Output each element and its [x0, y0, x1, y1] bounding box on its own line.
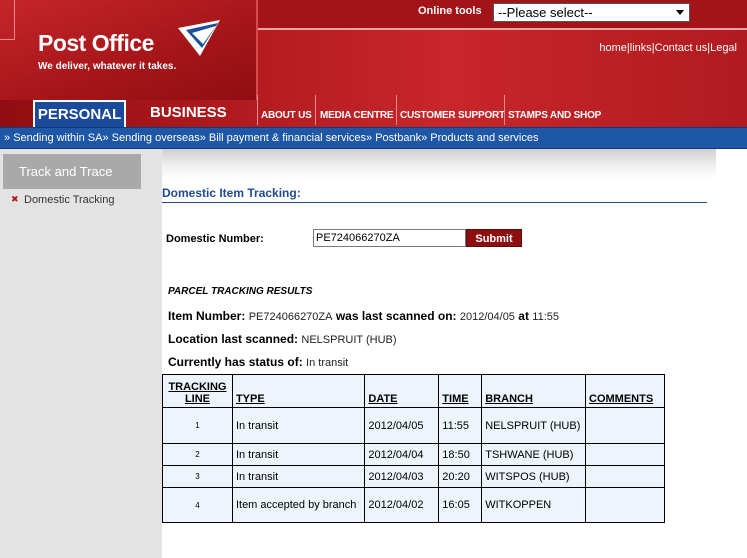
subnav-products-and-services[interactable]: Products and services	[430, 132, 538, 144]
nav-divider	[257, 95, 258, 125]
utility-links: home|links|Contact us|Legal	[599, 42, 737, 54]
nav-media-centre[interactable]: MEDIA CENTRE	[320, 110, 394, 121]
item-number-label: Item Number:	[168, 309, 246, 323]
sidebar-item-domestic-tracking[interactable]: Domestic Tracking	[24, 194, 114, 206]
at-label: at	[518, 309, 529, 323]
col-type: TYPE	[231, 374, 366, 408]
cell-time: 20:20	[438, 465, 483, 488]
cell-branch: WITSPOS (HUB)	[481, 465, 587, 488]
location-label: Location last scanned:	[168, 332, 299, 346]
subnav-postbank[interactable]: Postbank	[375, 132, 421, 144]
results-title: PARCEL TRACKING RESULTS	[168, 286, 313, 297]
cell-comments	[585, 465, 665, 488]
subnav-links: » Sending within SA» Sending overseas» B…	[4, 132, 539, 144]
submit-button[interactable]: Submit	[466, 229, 522, 247]
bullet-icon: ✖	[11, 194, 19, 204]
last-scanned-label: was last scanned on:	[335, 309, 457, 323]
tab-personal[interactable]: PERSONAL	[33, 100, 126, 127]
link-links[interactable]: links	[630, 42, 652, 54]
cell-type: In transit	[231, 407, 366, 444]
col-tracking-line: TRACKING LINE	[162, 374, 233, 408]
location-line: Location last scanned: NELSPRUIT (HUB)	[168, 332, 397, 346]
chevron-down-icon	[676, 10, 684, 15]
post-office-logo-icon	[178, 20, 220, 56]
content-top-shadow	[162, 149, 716, 179]
cell-date: 2012/04/03	[364, 465, 440, 488]
cell-time: 11:55	[438, 407, 483, 444]
tab-business[interactable]: BUSINESS	[150, 104, 227, 121]
item-number-value: PE724066270ZA	[248, 311, 333, 323]
link-home[interactable]: home	[599, 42, 627, 54]
header-divider	[258, 28, 747, 30]
nav-divider	[396, 95, 397, 125]
status-label: Currently has status of:	[168, 355, 303, 369]
subnav-sending-within-sa[interactable]: Sending within SA	[13, 132, 102, 144]
last-scanned-time: 11:55	[532, 311, 560, 323]
location-value: NELSPRUIT (HUB)	[301, 334, 397, 346]
cell-line: 2	[162, 443, 233, 466]
tracking-table: TRACKING LINE TYPE DATE TIME BRANCH COMM…	[162, 374, 665, 523]
sidebar: Track and Trace ✖ Domestic Tracking	[0, 149, 162, 558]
cell-time: 16:05	[438, 487, 483, 523]
domestic-number-label: Domestic Number:	[166, 233, 264, 245]
subnav-sending-overseas[interactable]: Sending overseas	[112, 132, 200, 144]
subnav-bill-payment[interactable]: Bill payment & financial services	[209, 132, 366, 144]
cell-comments	[585, 407, 665, 444]
status-line: Currently has status of: In transit	[168, 355, 348, 369]
table-row: 4 Item accepted by branch 2012/04/02 16:…	[162, 487, 665, 523]
nav-divider	[504, 95, 505, 125]
site-header: Post Office We deliver, whatever it take…	[0, 0, 747, 127]
nav-stamps-and-shop[interactable]: STAMPS AND SHOP	[508, 110, 601, 121]
online-tools-label: Online tools	[418, 5, 482, 17]
online-tools-select[interactable]: --Please select--	[493, 3, 690, 22]
subnav-bar: » Sending within SA» Sending overseas» B…	[0, 127, 747, 149]
nav-customer-support[interactable]: CUSTOMER SUPPORT	[400, 110, 505, 121]
link-legal[interactable]: Legal	[710, 42, 737, 54]
table-row: 3 In transit 2012/04/03 20:20 WITSPOS (H…	[162, 465, 665, 488]
cell-line: 1	[162, 407, 233, 444]
cell-branch: WITKOPPEN	[481, 487, 587, 523]
col-branch: BRANCH	[481, 374, 587, 408]
sidebar-heading[interactable]: Track and Trace	[3, 154, 141, 189]
table-row: 1 In transit 2012/04/05 11:55 NELSPRUIT …	[162, 407, 665, 444]
title-divider	[162, 202, 707, 203]
link-contact-us[interactable]: Contact us	[655, 42, 708, 54]
status-value: In transit	[306, 357, 349, 369]
col-comments: COMMENTS	[585, 374, 665, 408]
cell-comments	[585, 487, 665, 523]
nav-divider	[315, 95, 316, 125]
online-tools-select-value: --Please select--	[498, 5, 593, 20]
cell-branch: TSHWANE (HUB)	[481, 443, 587, 466]
domestic-number-input[interactable]	[313, 229, 466, 247]
logo-tagline: We deliver, whatever it takes.	[38, 61, 177, 72]
nav-about-us[interactable]: ABOUT US	[261, 110, 312, 121]
cell-date: 2012/04/05	[364, 407, 440, 444]
page-title: Domestic Item Tracking:	[162, 186, 301, 200]
cell-date: 2012/04/04	[364, 443, 440, 466]
cell-type: Item accepted by branch	[231, 487, 366, 523]
cell-time: 18:50	[438, 443, 483, 466]
table-row: 2 In transit 2012/04/04 18:50 TSHWANE (H…	[162, 443, 665, 466]
cell-comments	[585, 443, 665, 466]
cell-branch: NELSPRUIT (HUB)	[481, 407, 587, 444]
col-time: TIME	[438, 374, 483, 408]
col-date: DATE	[364, 374, 440, 408]
cell-type: In transit	[231, 465, 366, 488]
cell-line: 3	[162, 465, 233, 488]
cell-date: 2012/04/02	[364, 487, 440, 523]
cell-type: In transit	[231, 443, 366, 466]
logo-panel[interactable]: Post Office We deliver, whatever it take…	[0, 0, 258, 100]
cell-line: 4	[162, 487, 233, 523]
logo-notch	[0, 0, 15, 40]
item-number-line: Item Number: PE724066270ZA was last scan…	[168, 309, 559, 323]
logo-text: Post Office	[38, 30, 154, 56]
last-scanned-date: 2012/04/05	[459, 311, 515, 323]
